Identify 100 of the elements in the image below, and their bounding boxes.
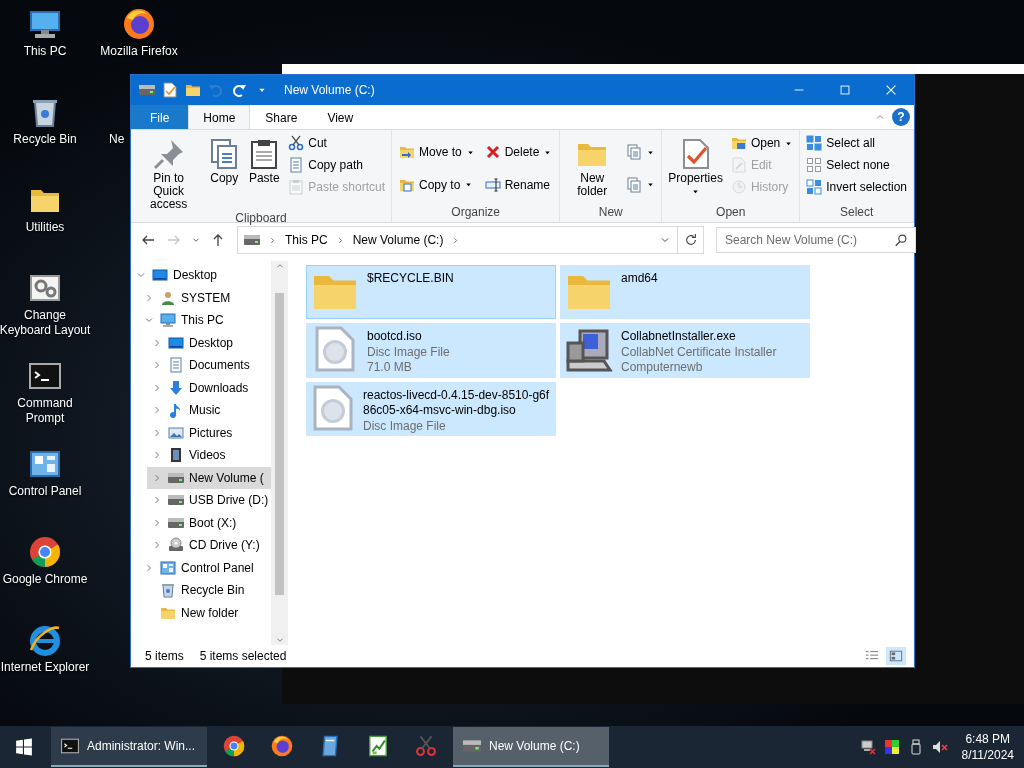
tree-item[interactable]: Videos	[147, 444, 271, 467]
control-panel-icon	[29, 448, 61, 480]
network-icon	[859, 739, 876, 755]
new-item-icon	[626, 144, 643, 161]
search-field[interactable]: Search New Volume (C:)	[716, 227, 916, 253]
tree-item[interactable]: Recycle Bin	[139, 579, 271, 602]
ribbon-button[interactable]: Open	[727, 132, 797, 154]
tiles-view-icon	[889, 649, 903, 663]
ribbon-tab[interactable]: View	[312, 105, 369, 129]
tree-item[interactable]: USB Drive (D:)	[147, 489, 271, 512]
grid-icon	[806, 179, 823, 195]
scrollbar[interactable]	[271, 261, 288, 645]
tree-item[interactable]: CD Drive (Y:)	[147, 534, 271, 557]
picture-icon	[168, 424, 184, 441]
refresh-button[interactable]	[678, 226, 704, 254]
ribbon-button[interactable]: Copy path	[285, 154, 388, 176]
ribbon-button[interactable]: Cut	[285, 132, 388, 154]
taskbar-button[interactable]: New Volume (C:)	[453, 727, 609, 767]
file-tile[interactable]: $RECYCLE.BIN	[306, 265, 556, 319]
ribbon-button[interactable]: Paste	[245, 132, 284, 185]
address-bar[interactable]: This PC New Volume (C:)	[237, 226, 678, 254]
ribbon-group-label: Organize	[450, 205, 501, 221]
tree-item[interactable]: Control Panel	[139, 556, 271, 579]
desktop-shortcut[interactable]: Change Keyboard Layout	[0, 272, 93, 338]
file-detail: Computernewb	[621, 360, 704, 376]
breadcrumb-item[interactable]: New Volume (C:)	[352, 233, 444, 247]
desktop-shortcut[interactable]: Utilities	[0, 184, 93, 235]
file-name: bootcd.iso	[367, 329, 423, 345]
clock-time: 6:48 PM	[965, 731, 1011, 747]
drive-icon	[139, 82, 155, 98]
ribbon-group-label: Select	[838, 205, 875, 221]
file-name: $RECYCLE.BIN	[367, 271, 454, 287]
tree-item[interactable]: Desktop	[147, 331, 271, 354]
quick-access-button[interactable]	[160, 79, 180, 101]
notepad-icon	[319, 735, 341, 757]
desktop-shortcut[interactable]: This PC	[0, 8, 93, 59]
file-tile[interactable]: reactos-livecd-0.4.15-dev-8510-g6f86c05-x64-msvc-win-dbg.iso Disc Image File	[306, 381, 556, 436]
ribbon-button[interactable]: Invert selection	[803, 176, 910, 198]
ribbon-button[interactable]: Copy to	[395, 171, 479, 198]
desktop-shortcut[interactable]: Internet Explorer	[0, 624, 93, 675]
tree-item[interactable]: Documents	[147, 354, 271, 377]
desktop-shortcut[interactable]: Control Panel	[0, 448, 93, 499]
file-name: reactos-livecd-0.4.15-dev-8510-g6f86c05-x64-msvc-win-dbg.iso	[363, 387, 551, 419]
desktop-shortcut[interactable]: Recycle Bin	[0, 96, 93, 147]
ribbon-group-label: New	[597, 205, 624, 221]
tree-item[interactable]: New Volume (	[147, 466, 271, 489]
chevron-right-icon	[268, 235, 277, 245]
desktop-shortcut[interactable]: Command Prompt	[0, 360, 93, 426]
clipboard-icon	[288, 179, 305, 195]
grid-outline-icon	[806, 157, 823, 173]
ribbon-button[interactable]: Delete	[480, 139, 557, 166]
desktop-shortcut-label[interactable]: Ne	[109, 132, 125, 147]
pages-icon	[626, 176, 643, 193]
taskbar-button[interactable]: Administrator: Win...	[51, 727, 207, 767]
tree-item[interactable]: Downloads	[147, 376, 271, 399]
breadcrumb-item[interactable]: This PC	[285, 233, 328, 247]
file-name: amd64	[621, 271, 658, 287]
history-icon	[730, 179, 747, 195]
ribbon-button[interactable]: Select all	[803, 132, 910, 154]
tree-item[interactable]: New folder	[139, 601, 271, 624]
file-tile[interactable]: amd64	[560, 265, 810, 319]
tree-item[interactable]: Boot (X:)	[147, 511, 271, 534]
ribbon-tab[interactable]: Home	[188, 105, 251, 129]
control-panel-icon	[160, 559, 176, 576]
ribbon-button[interactable]: Pin to Quick access	[134, 132, 204, 211]
desktop-shortcut[interactable]: Mozilla Firefox	[91, 8, 187, 59]
window-title: New Volume (C:)	[284, 83, 376, 97]
pin-icon	[152, 138, 185, 170]
delete-icon	[484, 144, 501, 161]
ribbon-button[interactable]: Copy	[205, 132, 244, 185]
ribbon-button[interactable]: Move to	[395, 139, 479, 166]
ribbon-tab[interactable]: Share	[250, 105, 313, 129]
desktop-shortcut[interactable]: Google Chrome	[0, 536, 93, 587]
tree-item[interactable]: Pictures	[147, 421, 271, 444]
ribbon-button[interactable]: Select none	[803, 154, 910, 176]
clock[interactable]: 6:48 PM 8/11/2024	[951, 731, 1024, 763]
item-count: 5 items	[145, 649, 184, 663]
ribbon-tab[interactable]: File	[131, 105, 189, 129]
ribbon-button[interactable]: New folder	[563, 132, 622, 198]
folder-arrow-icon	[399, 144, 415, 161]
cd-drive-icon	[168, 537, 184, 554]
file-tile[interactable]: CollabnetInstaller.exe CollabNet Certificate Installer Computernewb	[560, 323, 810, 378]
browser-icon	[123, 8, 155, 40]
ribbon-button[interactable]: Properties	[665, 132, 726, 196]
recycle-bin-icon	[160, 582, 176, 599]
view-button[interactable]	[886, 647, 906, 665]
help-button[interactable]: ?	[892, 108, 910, 126]
clock-date: 8/11/2024	[961, 747, 1014, 763]
tree-item[interactable]: Desktop	[131, 264, 271, 287]
ribbon-button[interactable]: Rename	[480, 171, 557, 198]
terminal-icon	[61, 737, 79, 755]
drive-icon	[463, 737, 481, 755]
tree-item[interactable]: This PC	[139, 309, 271, 332]
selection-count: 5 items selected	[199, 649, 287, 663]
file-tile[interactable]: bootcd.iso Disc Image File 71.0 MB	[306, 323, 556, 378]
tree-item[interactable]: SYSTEM	[139, 286, 271, 309]
windows-logo-icon	[15, 738, 33, 756]
chart-document-icon	[367, 735, 389, 757]
tree-item[interactable]: Music	[147, 399, 271, 422]
undo-icon	[208, 82, 224, 98]
